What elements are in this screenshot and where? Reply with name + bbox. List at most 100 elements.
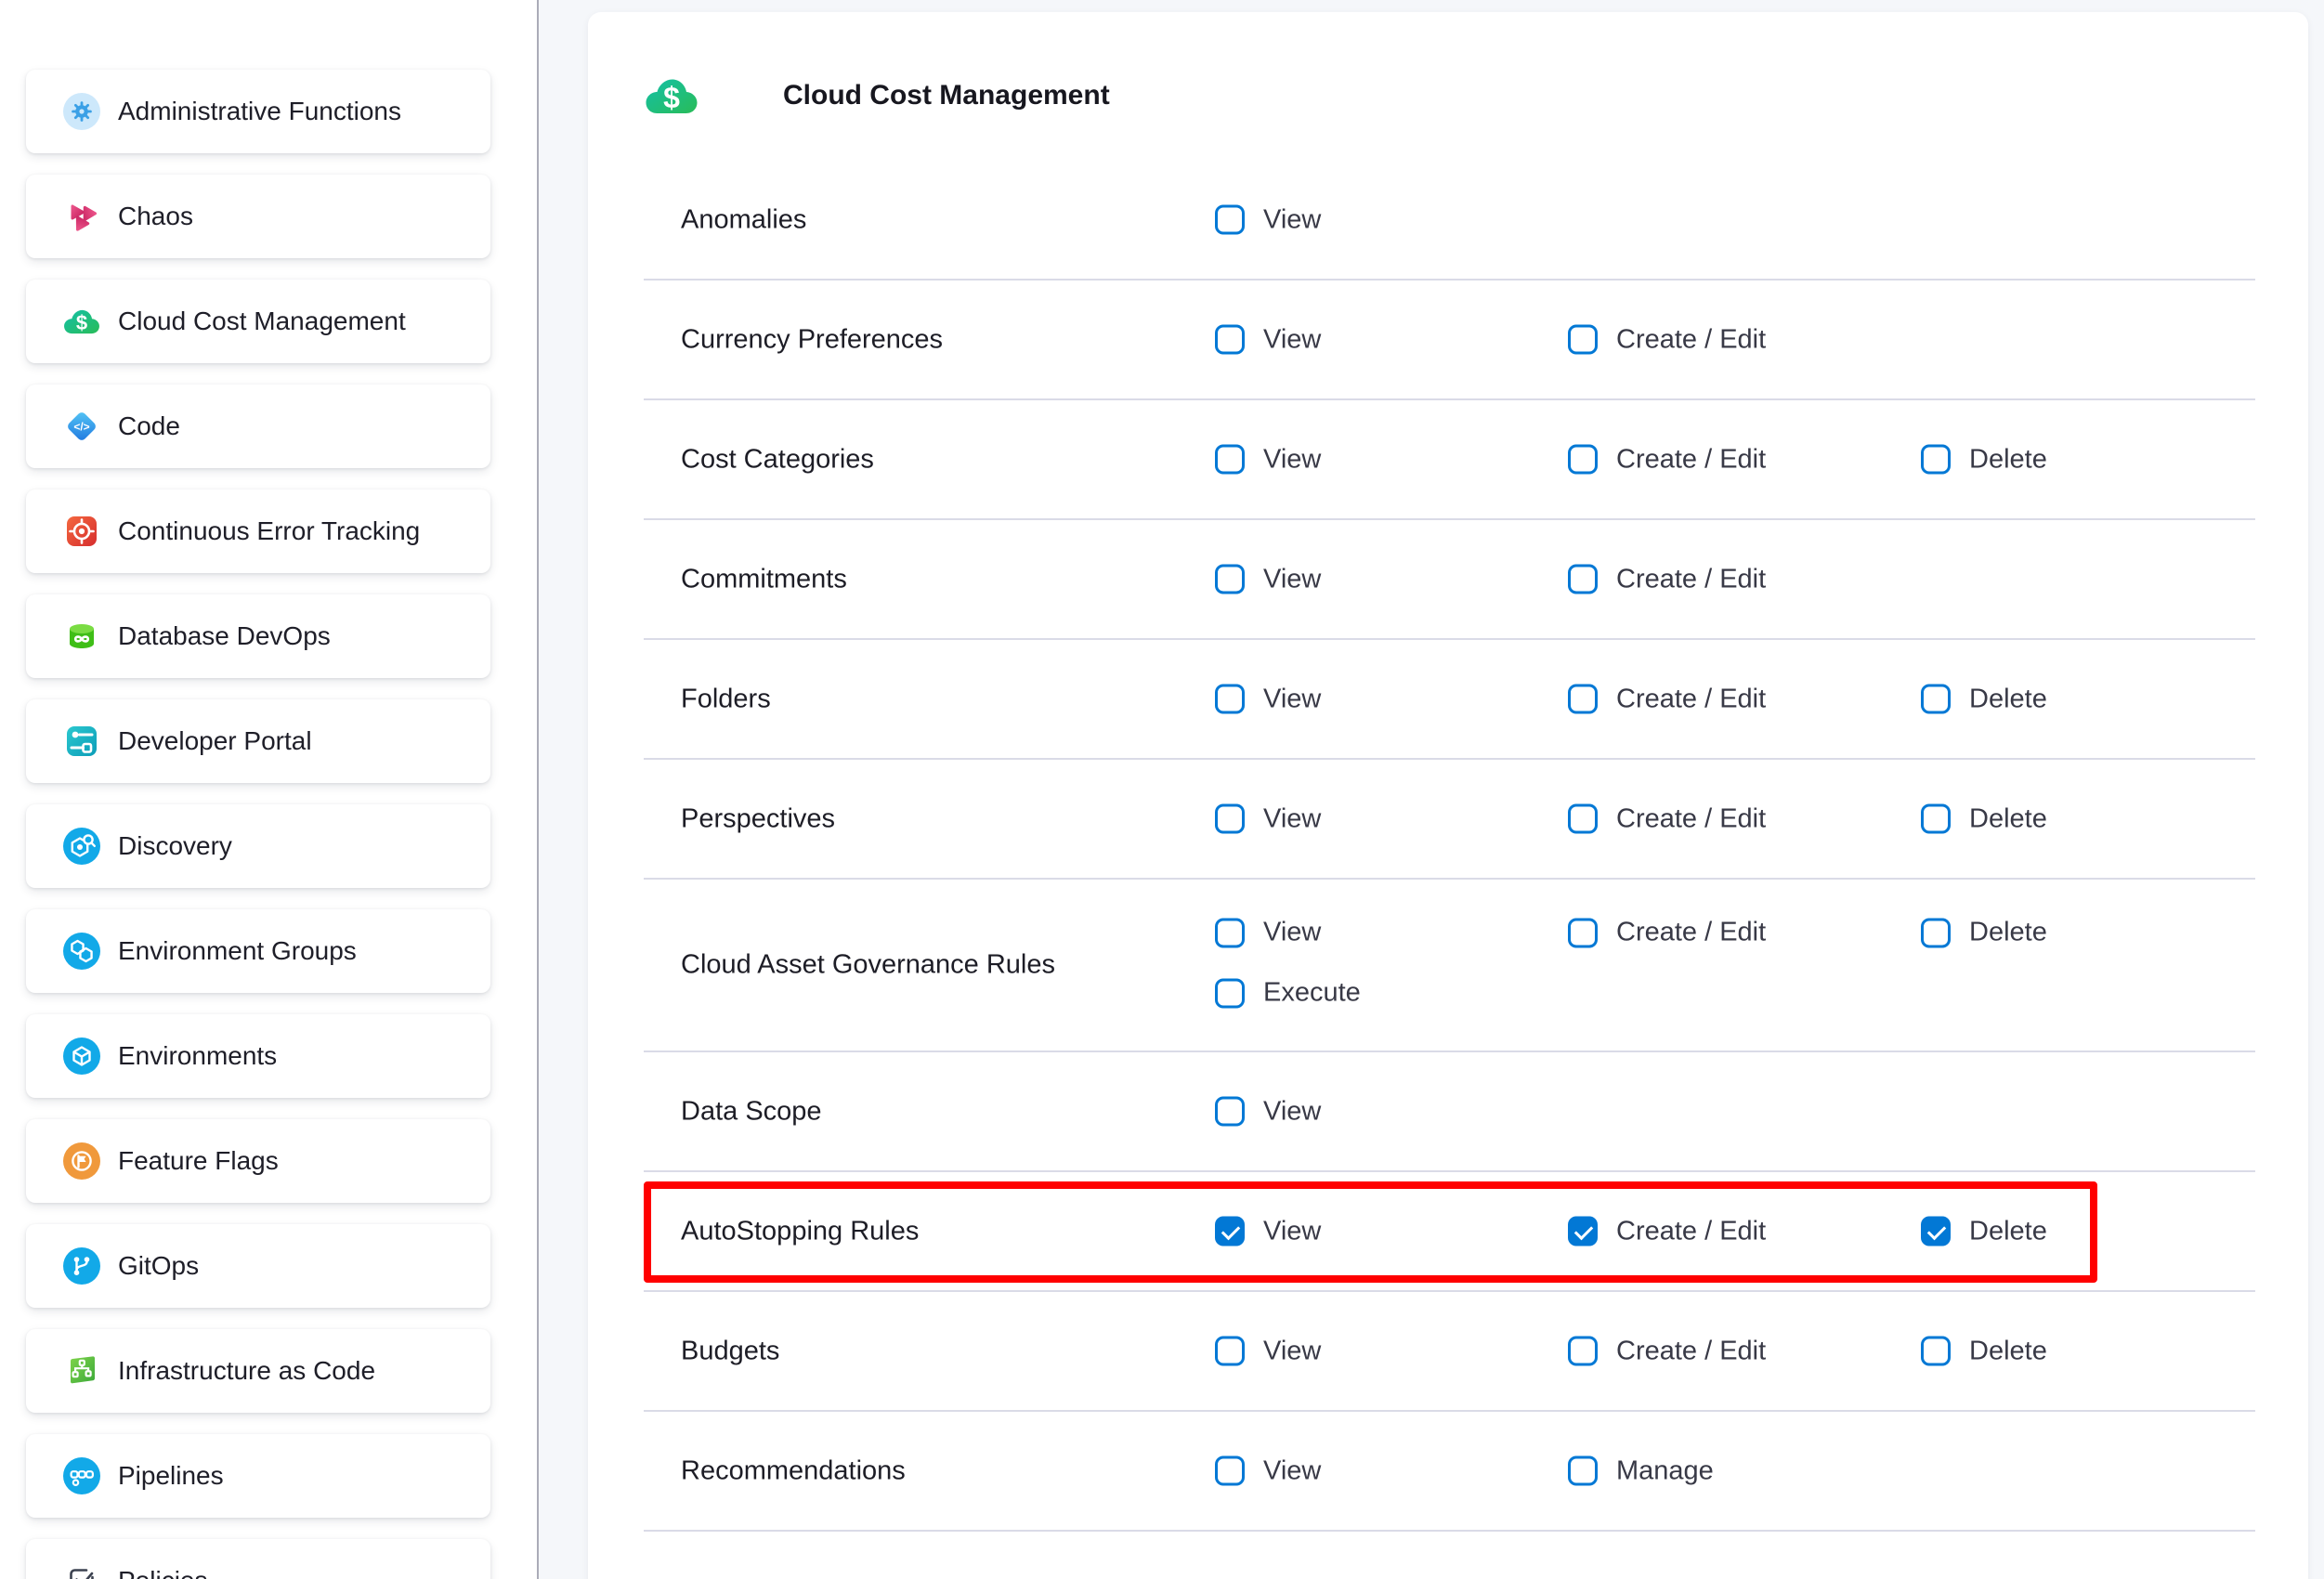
permission-create-edit-cloud-asset-governance-rules: Create / Edit — [1568, 918, 1766, 948]
permission-create-edit-perspectives: Create / Edit — [1568, 803, 1766, 834]
sidebar-item-code[interactable]: </>Code — [26, 385, 490, 468]
sidebar-item-label: Infrastructure as Code — [118, 1356, 375, 1386]
checkbox-delete-folders[interactable] — [1921, 685, 1951, 714]
sidebar-item-environment-groups[interactable]: Environment Groups — [26, 909, 490, 993]
permission-label: View — [1263, 1216, 1321, 1246]
permission-label: Delete — [1969, 1216, 2047, 1246]
permission-label: View — [1263, 1455, 1321, 1486]
checkbox-create-edit-perspectives[interactable] — [1568, 804, 1598, 834]
checkbox-view-budgets[interactable] — [1215, 1337, 1245, 1366]
policy-check-icon — [63, 1562, 100, 1579]
permission-label: Delete — [1969, 684, 2047, 714]
permission-label: View — [1263, 1336, 1321, 1366]
sidebar-item-continuous-error-tracking[interactable]: Continuous Error Tracking — [26, 489, 490, 573]
sidebar-item-database-devops[interactable]: Database DevOps — [26, 594, 490, 678]
sidebar-item-chaos[interactable]: Chaos — [26, 175, 490, 258]
sidebar-item-label: Environments — [118, 1041, 277, 1071]
checkbox-execute-cloud-asset-governance-rules[interactable] — [1215, 978, 1245, 1008]
permissions-panel: $ Cloud Cost Management AnomaliesViewCur… — [588, 12, 2308, 1579]
sidebar-item-cloud-cost-management[interactable]: $ Cloud Cost Management — [26, 280, 490, 363]
permission-view-cloud-asset-governance-rules: View — [1215, 918, 1321, 948]
permission-label: View — [1263, 918, 1321, 948]
sidebar-item-label: Administrative Functions — [118, 97, 401, 126]
sidebar-item-feature-flags[interactable]: Feature Flags — [26, 1119, 490, 1203]
permission-label: Delete — [1969, 803, 2047, 834]
sidebar-item-infrastructure-as-code[interactable]: Infrastructure as Code — [26, 1329, 490, 1413]
hexagon-magnifier-icon — [63, 828, 100, 865]
checkbox-view-cloud-asset-governance-rules[interactable] — [1215, 918, 1245, 947]
sidebar-item-label: Cloud Cost Management — [118, 307, 406, 336]
sidebar-item-environments[interactable]: Environments — [26, 1014, 490, 1098]
permission-label: View — [1263, 1096, 1321, 1127]
sidebar-item-pipelines[interactable]: Pipelines — [26, 1434, 490, 1518]
checkbox-create-edit-autostopping-rules[interactable] — [1568, 1217, 1598, 1246]
code-diamond-icon: </> — [63, 408, 100, 445]
chaos-pinwheel-icon — [63, 198, 100, 235]
permission-line: ViewCreate / Edit — [644, 520, 2255, 638]
permission-view-folders: View — [1215, 684, 1321, 714]
checkbox-create-edit-folders[interactable] — [1568, 685, 1598, 714]
permission-label: View — [1263, 684, 1321, 714]
checkbox-view-anomalies[interactable] — [1215, 205, 1245, 235]
checkbox-view-data-scope[interactable] — [1215, 1097, 1245, 1127]
permissions-panel-header: $ Cloud Cost Management — [644, 12, 2255, 161]
permission-line: ViewCreate / EditDelete — [644, 1292, 2255, 1410]
permission-label: Delete — [1969, 918, 2047, 948]
permission-view-currency-preferences: View — [1215, 324, 1321, 355]
permission-create-edit-cost-categories: Create / Edit — [1568, 444, 1766, 475]
permission-manage-recommendations: Manage — [1568, 1455, 1714, 1486]
sidebar-item-developer-portal[interactable]: Developer Portal — [26, 699, 490, 783]
checkbox-delete-perspectives[interactable] — [1921, 804, 1951, 834]
sidebar-item-label: Continuous Error Tracking — [118, 516, 420, 546]
permission-view-budgets: View — [1215, 1336, 1321, 1366]
sidebar-item-administrative-functions[interactable]: Administrative Functions — [26, 70, 490, 153]
permission-line: ViewCreate / EditDelete — [644, 400, 2255, 518]
flag-icon — [63, 1142, 100, 1180]
sidebar-item-label: Chaos — [118, 202, 193, 231]
permission-delete-perspectives: Delete — [1921, 803, 2047, 834]
sidebar-item-list: Administrative Functions Chaos $ Cloud Cost… — [0, 70, 537, 1579]
permission-line: ViewCreate / EditDelete — [644, 640, 2255, 758]
permission-label: Delete — [1969, 1336, 2047, 1366]
checkbox-create-edit-commitments[interactable] — [1568, 565, 1598, 594]
permission-label: Create / Edit — [1616, 803, 1766, 834]
checkbox-delete-autostopping-rules[interactable] — [1921, 1217, 1951, 1246]
permission-label: Delete — [1969, 444, 2047, 475]
permission-line: View — [644, 161, 2255, 279]
permission-delete-cost-categories: Delete — [1921, 444, 2047, 475]
checkbox-delete-budgets[interactable] — [1921, 1337, 1951, 1366]
permission-view-perspectives: View — [1215, 803, 1321, 834]
permission-view-data-scope: View — [1215, 1096, 1321, 1127]
permission-view-recommendations: View — [1215, 1455, 1321, 1486]
checkbox-view-cost-categories[interactable] — [1215, 445, 1245, 475]
checkbox-create-edit-budgets[interactable] — [1568, 1337, 1598, 1366]
checkbox-create-edit-cost-categories[interactable] — [1568, 445, 1598, 475]
sidebar-item-gitops[interactable]: GitOps — [26, 1224, 490, 1308]
checkbox-view-autostopping-rules[interactable] — [1215, 1217, 1245, 1246]
checkbox-view-recommendations[interactable] — [1215, 1456, 1245, 1486]
checkbox-create-edit-currency-preferences[interactable] — [1568, 325, 1598, 355]
permission-row-budgets: BudgetsViewCreate / EditDelete — [644, 1292, 2255, 1412]
sidebar-item-discovery[interactable]: Discovery — [26, 804, 490, 888]
gear-icon — [63, 93, 100, 130]
checkbox-view-commitments[interactable] — [1215, 565, 1245, 594]
checkbox-create-edit-cloud-asset-governance-rules[interactable] — [1568, 918, 1598, 947]
checkbox-view-currency-preferences[interactable] — [1215, 325, 1245, 355]
permission-row-cloud-asset-governance-rules: Cloud Asset Governance RulesViewCreate /… — [644, 880, 2255, 1052]
permission-label: Manage — [1616, 1455, 1714, 1486]
checkbox-delete-cost-categories[interactable] — [1921, 445, 1951, 475]
permission-label: Create / Edit — [1616, 324, 1766, 355]
pipeline-links-icon — [63, 1457, 100, 1494]
checkbox-view-perspectives[interactable] — [1215, 804, 1245, 834]
checkbox-manage-recommendations[interactable] — [1568, 1456, 1598, 1486]
permission-row-anomalies: AnomaliesView — [644, 161, 2255, 281]
permission-label: Create / Edit — [1616, 1216, 1766, 1246]
hexagon-group-icon — [63, 933, 100, 970]
checkbox-view-folders[interactable] — [1215, 685, 1245, 714]
checkbox-delete-cloud-asset-governance-rules[interactable] — [1921, 918, 1951, 947]
sidebar-item-policies[interactable]: Policies — [26, 1539, 490, 1579]
svg-text:$: $ — [76, 311, 87, 334]
sidebar-item-label: Feature Flags — [118, 1146, 279, 1176]
permission-line: View Create / Edit Delete — [644, 1172, 2255, 1290]
svg-text:</>: </> — [73, 421, 89, 434]
